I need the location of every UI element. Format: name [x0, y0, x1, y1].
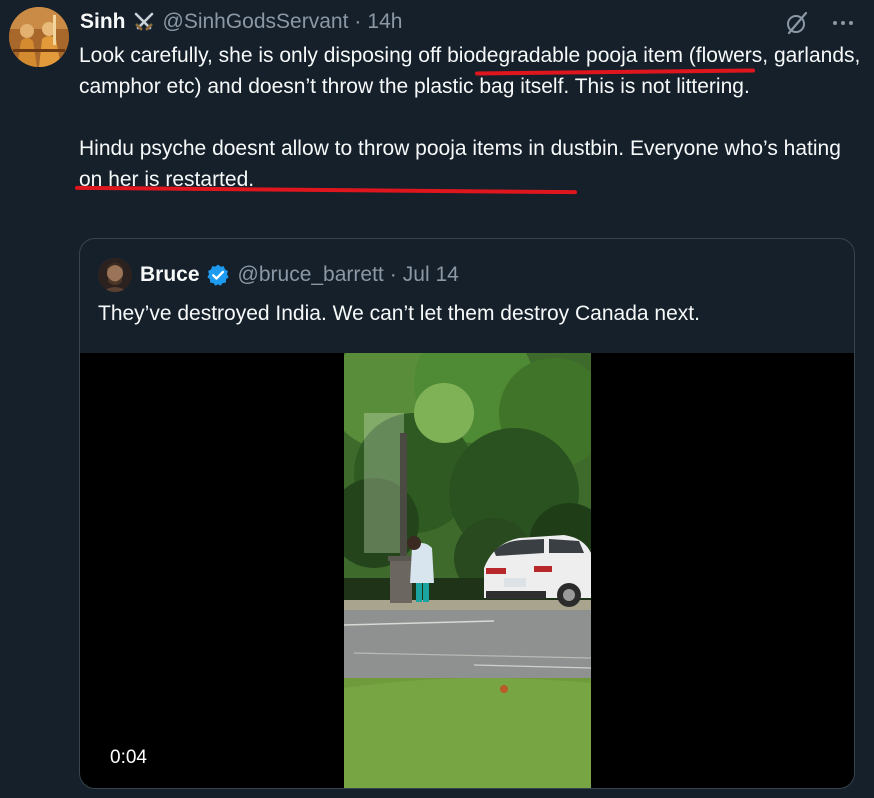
- quoted-tweet-text: They’ve destroyed India. We can’t let th…: [98, 302, 700, 325]
- author-avatar[interactable]: [9, 7, 69, 67]
- video-timestamp: 0:04: [110, 747, 147, 768]
- avatar-image: [9, 7, 69, 67]
- author-handle[interactable]: @SinhGodsServant: [163, 10, 349, 34]
- crossed-swords-icon: [133, 11, 155, 33]
- quoted-author-name[interactable]: Bruce: [140, 263, 200, 287]
- more-horizontal-icon[interactable]: [830, 10, 856, 36]
- quoted-author-handle[interactable]: @bruce_barrett: [238, 263, 384, 287]
- tweet-header: Sinh @SinhGodsServant · 14h: [80, 9, 402, 35]
- verified-badge-icon: [206, 263, 230, 287]
- quoted-tweet-date[interactable]: Jul 14: [403, 263, 459, 287]
- grok-slash-icon[interactable]: [784, 10, 810, 36]
- quoted-header-separator: ·: [389, 263, 397, 286]
- author-name[interactable]: Sinh: [80, 10, 126, 34]
- video-frame: [344, 353, 591, 788]
- quoted-tweet-header: Bruce @bruce_barrett · Jul 14: [98, 258, 459, 292]
- header-separator: ·: [354, 10, 362, 33]
- video-thumbnail-image: [344, 353, 591, 788]
- tweet-paragraph-2: Hindu psyche doesnt allow to throw pooja…: [79, 137, 841, 191]
- video-player[interactable]: 0:04: [80, 353, 854, 788]
- quoted-tweet-card[interactable]: Bruce @bruce_barrett · Jul 14 They’ve de…: [79, 238, 855, 789]
- tweet-timestamp[interactable]: 14h: [367, 10, 402, 34]
- tweet-actions-top: [784, 10, 856, 36]
- tweet-body: Look carefully, she is only disposing of…: [79, 40, 865, 195]
- quoted-author-avatar[interactable]: [98, 258, 132, 292]
